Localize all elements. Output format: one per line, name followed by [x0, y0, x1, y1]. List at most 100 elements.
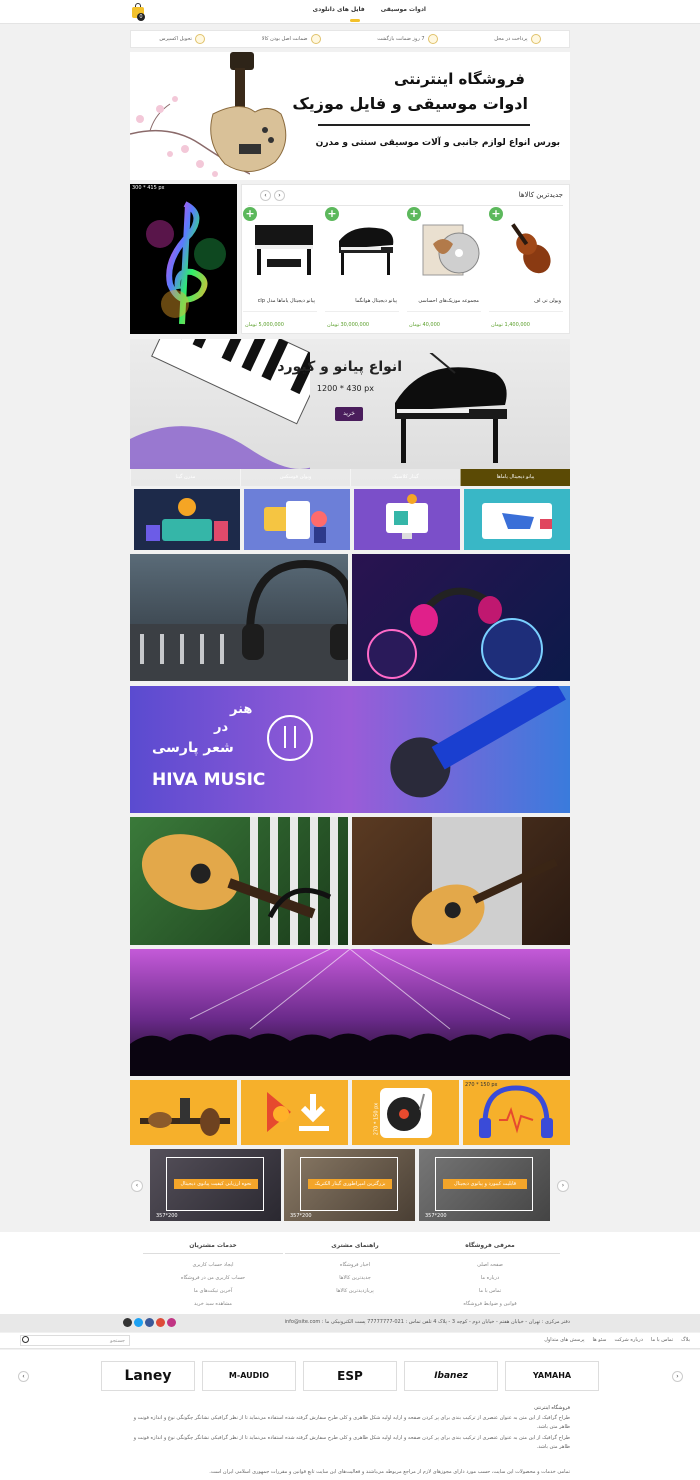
- hero-banner[interactable]: فروشگاه اینترنتی ادوات موسیقی و فایل موز…: [130, 52, 570, 180]
- dj-headphones-photo: [367, 587, 543, 680]
- promo-tile-online-shop[interactable]: [354, 489, 460, 550]
- brands-strip: ‹ › YAMAHA Ibanez ESP M-AUDIO Laney: [0, 1350, 700, 1398]
- concert-banner[interactable]: [130, 949, 570, 1076]
- carousel-slide[interactable]: بزرگترین امپراطوری گیتار الکتریک 357*200: [284, 1149, 415, 1221]
- nav-downloads[interactable]: فایل های دانلودی: [313, 6, 365, 13]
- twitter-icon[interactable]: [134, 1318, 143, 1327]
- product-card[interactable]: + پیانو دیجیتال هوانگما 30,000,000 تومان: [323, 207, 401, 329]
- tab-violin[interactable]: ویولن فوسکس: [240, 469, 350, 486]
- turntable-icon: [380, 1088, 432, 1138]
- cd-box-image: [422, 224, 480, 276]
- tab-yamaha[interactable]: پیانو دیجیتال یاماها: [460, 469, 570, 486]
- top-nav: ادوات موسیقی فایل های دانلودی: [313, 6, 426, 13]
- hiva-line-1: هنر: [230, 702, 253, 717]
- feature-express: تحویل اکسپرس: [159, 34, 205, 44]
- payment-icon: [530, 34, 541, 44]
- nav-faq[interactable]: پرسش های متداول: [544, 1337, 584, 1343]
- hero-title: فروشگاه اینترنتی: [394, 70, 525, 88]
- product-card[interactable]: + ویولن تی اف 1,400,000 تومان: [487, 207, 565, 329]
- acoustic-guitar-photo: [141, 817, 338, 945]
- small-banner-headphones[interactable]: 270 * 150 px: [463, 1080, 570, 1145]
- about-title: فروشگاه اینترنتی: [534, 1405, 570, 1411]
- buy-button[interactable]: خرید: [335, 407, 363, 421]
- hiva-music-banner[interactable]: هنر در شعر پارسی HIVA MUSIC: [130, 686, 570, 813]
- hero-divider: [318, 124, 530, 126]
- headphones-photo: [130, 559, 348, 681]
- banner-size-label: 270 * 150 px: [373, 1102, 380, 1136]
- music-download-icon: [267, 1092, 329, 1132]
- violin-image: [511, 223, 551, 274]
- online-shop-illustration: [386, 494, 428, 539]
- footer-column-guide: راهنمای مشتری اخبار فروشگاه جدیدترین کال…: [285, 1242, 425, 1298]
- nav-instruments[interactable]: ادوات موسیقی: [381, 6, 426, 13]
- section-title: جدیدترین کالاها: [518, 191, 563, 199]
- promo-tile-cart[interactable]: [464, 489, 570, 550]
- prev-arrow-icon[interactable]: ‹: [260, 190, 271, 201]
- grand-piano-image: [339, 227, 394, 275]
- articles-carousel: ‹ › قابلیت کیبورد و پیانوی دیجیتال 357*2…: [130, 1149, 570, 1223]
- brand-m-audio[interactable]: M-AUDIO: [202, 1361, 296, 1391]
- footer-links: معرفی فروشگاه صفحه اصلی درباره ما تماس ب…: [0, 1232, 700, 1314]
- nav-seo[interactable]: سئو ها: [592, 1337, 606, 1343]
- feature-original: ضمانت اصل بودن کالا: [262, 34, 321, 44]
- brand-yamaha[interactable]: YAMAHA: [505, 1361, 599, 1391]
- dj-controller-image[interactable]: [352, 554, 570, 681]
- brands-prev-icon[interactable]: ‹: [18, 1371, 29, 1382]
- contact-bar: دفتر مرکزی : تهران - خیابان هفتم - خیابا…: [0, 1314, 700, 1332]
- nav-contact[interactable]: تماس با ما: [651, 1337, 673, 1343]
- music-note-banner[interactable]: 300 * 415 px: [130, 184, 237, 334]
- colorful-treble-clef-image: [146, 201, 226, 325]
- hiva-line-2: در: [214, 720, 229, 735]
- shopping-cart-illustration: [482, 503, 552, 539]
- small-banner-download[interactable]: [241, 1080, 348, 1145]
- tab-modern-guitar[interactable]: مدرن گیتا: [130, 469, 240, 486]
- tab-classic-guitar[interactable]: گیتار کلاسیک: [350, 469, 460, 486]
- newest-products: جدیدترین کالاها ‹ › + ویولن تی اف 1,400,…: [241, 184, 570, 334]
- nav-about[interactable]: درباره شرکت: [615, 1337, 643, 1343]
- about-section: فروشگاه اینترنتی طراح گرافیک از این متن …: [0, 1398, 700, 1480]
- brand-ibanez[interactable]: Ibanez: [404, 1361, 498, 1391]
- brand-laney[interactable]: Laney: [101, 1361, 195, 1391]
- facebook-icon[interactable]: [145, 1318, 154, 1327]
- about-legal: تمامی خدمات و محصولات این سایت، حسب مورد…: [209, 1469, 570, 1475]
- next-arrow-icon[interactable]: ›: [274, 190, 285, 201]
- guitar-headphones-image[interactable]: [130, 817, 348, 945]
- carousel-slide[interactable]: قابلیت کیبورد و پیانوی دیجیتال 357*200: [419, 1149, 550, 1221]
- contact-info: دفتر مرکزی : تهران - خیابان هفتم - خیابا…: [284, 1319, 570, 1325]
- bottom-nav: بلاگ تماس با ما درباره شرکت سئو ها پرسش …: [0, 1333, 700, 1349]
- small-banner-instruments[interactable]: [130, 1080, 237, 1145]
- instruments-illustration: [140, 1098, 230, 1136]
- instagram-icon[interactable]: [167, 1318, 176, 1327]
- carousel-prev-icon[interactable]: ‹: [131, 1180, 143, 1192]
- cart-icon[interactable]: 0: [131, 3, 147, 21]
- guitar-player-photo: [411, 817, 558, 945]
- product-card[interactable]: + مجموعه موزیک‌های احساسی 40,000 تومان: [405, 207, 483, 329]
- truck-icon: [194, 34, 205, 44]
- brand-esp[interactable]: ESP: [303, 1361, 397, 1391]
- guitar-player-image[interactable]: [352, 817, 570, 945]
- small-banner-turntable[interactable]: 270 * 150 px: [352, 1080, 459, 1145]
- promo-tile-crypto[interactable]: [134, 489, 240, 550]
- brands-next-icon[interactable]: ›: [672, 1371, 683, 1382]
- social-links: [123, 1318, 176, 1327]
- badge-icon: [310, 34, 321, 44]
- carousel-slide[interactable]: نحوه ارزیابی کیفیت پیانوی دیجیتال 357*20…: [150, 1149, 281, 1221]
- product-card[interactable]: + پیانو دیجیتال یاماها مدل clp 5,000,000…: [241, 207, 319, 329]
- crypto-illustration: [146, 498, 228, 541]
- piano-banner[interactable]: انواع پیانو و کیورد 1200 * 430 px خرید: [130, 339, 570, 486]
- github-icon[interactable]: [123, 1318, 132, 1327]
- carousel-next-icon[interactable]: ›: [557, 1180, 569, 1192]
- about-paragraph: طراح گرافیک از این متن به عنوان عنصری از…: [133, 1415, 570, 1430]
- footer-column-about: معرفی فروشگاه صفحه اصلی درباره ما تماس ب…: [420, 1242, 560, 1311]
- search-input[interactable]: جستجو: [20, 1335, 130, 1346]
- search-icon[interactable]: [22, 1336, 29, 1343]
- promo-tile-payment[interactable]: [244, 489, 350, 550]
- hiva-line-3: شعر پارسی: [152, 740, 234, 756]
- concert-crowd-photo: [130, 949, 570, 1076]
- banner-title: انواع پیانو و کیورد: [277, 359, 402, 375]
- return-icon: [427, 34, 438, 44]
- google-plus-icon[interactable]: [156, 1318, 165, 1327]
- headphones-mixer-image[interactable]: [130, 554, 348, 681]
- nav-blog[interactable]: بلاگ: [681, 1337, 690, 1343]
- bass-guitar-image: [210, 52, 287, 172]
